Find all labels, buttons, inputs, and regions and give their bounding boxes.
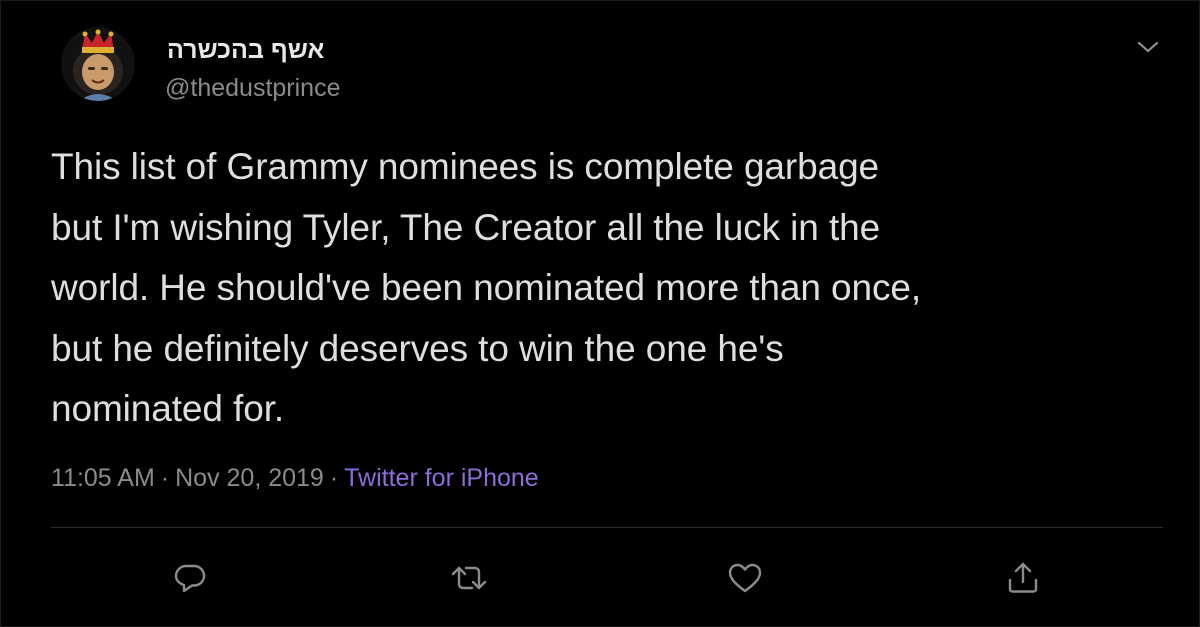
crowned-avatar-image <box>61 27 135 101</box>
like-button[interactable] <box>721 554 769 602</box>
meta-separator: · <box>329 464 339 492</box>
tweet-meta: 11:05 AM · Nov 20, 2019 · Twitter for iPhone <box>51 464 539 493</box>
tweet-time[interactable]: 11:05 AM <box>51 464 155 492</box>
user-handle[interactable]: @thedustprince <box>165 74 340 103</box>
action-bar <box>1 554 1200 602</box>
share-button[interactable] <box>999 554 1047 602</box>
tweet-source-link[interactable]: Twitter for iPhone <box>344 464 539 492</box>
divider <box>51 527 1163 528</box>
avatar[interactable] <box>61 27 135 101</box>
reply-button[interactable] <box>166 554 214 602</box>
reply-icon <box>174 564 206 593</box>
retweet-button[interactable] <box>445 554 493 602</box>
meta-separator: · <box>160 464 170 492</box>
tweet-date[interactable]: Nov 20, 2019 <box>175 464 324 492</box>
display-name[interactable]: אשף בהכשרה <box>167 36 324 65</box>
tweet-card: אשף בהכשרה @thedustprince This list of G… <box>0 0 1200 627</box>
share-icon <box>1008 562 1038 593</box>
retweet-icon <box>451 566 487 590</box>
heart-icon <box>728 563 762 593</box>
chevron-down-icon[interactable] <box>1132 34 1164 60</box>
tweet-text: This list of Grammy nominees is complete… <box>51 146 922 429</box>
